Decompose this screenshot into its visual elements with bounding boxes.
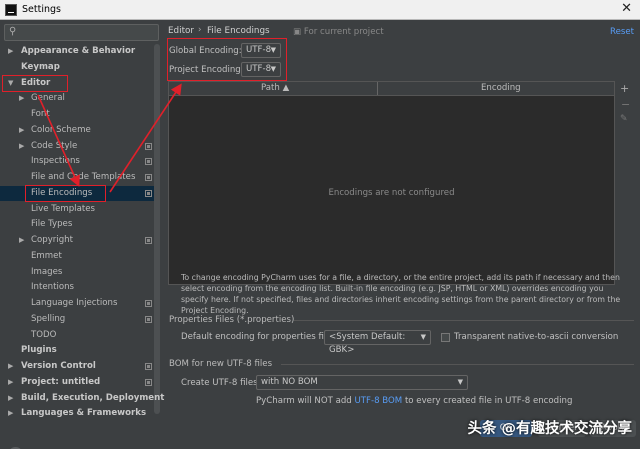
annotation-arrows bbox=[37, 83, 182, 193]
arrow-editor-to-file-encodings bbox=[37, 94, 80, 187]
watermark: 头条 @有趣技术交流分享 bbox=[467, 421, 632, 437]
arrow-file-encodings-to-settings bbox=[109, 83, 182, 193]
